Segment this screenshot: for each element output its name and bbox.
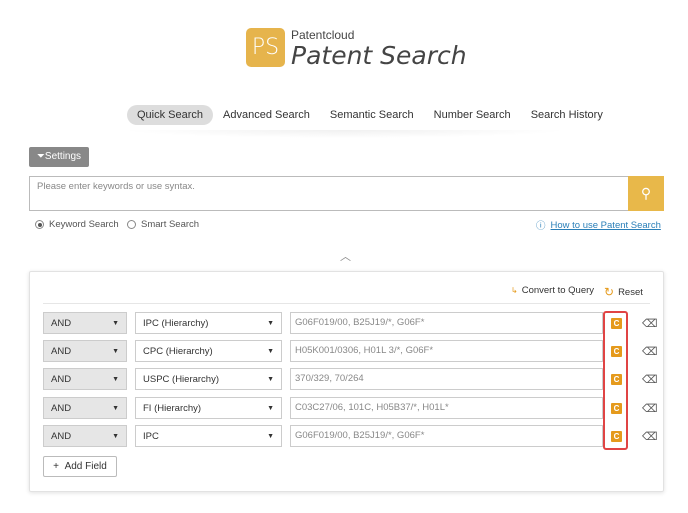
tab-semantic-search[interactable]: Semantic Search xyxy=(320,105,424,125)
radio-unchecked-icon xyxy=(127,220,136,229)
operator-select[interactable]: AND ▼ xyxy=(43,368,127,390)
collapse-chevron-up-icon[interactable]: ︿ xyxy=(340,248,352,263)
search-icon: ⚲ xyxy=(640,185,652,201)
field-row: AND ▼ IPC (Hierarchy) ▼ G06F019/00, B25J19… xyxy=(43,312,658,334)
settings-button[interactable]: ⏷Settings xyxy=(29,147,89,167)
operator-value: AND xyxy=(51,317,72,329)
search-tabs: Quick Search Advanced Search Semantic Se… xyxy=(127,105,613,125)
radio-label: Smart Search xyxy=(141,219,200,230)
field-select[interactable]: FI (Hierarchy) ▼ xyxy=(135,397,282,419)
field-value: IPC xyxy=(143,430,159,442)
caret-down-icon: ▼ xyxy=(267,347,274,355)
operator-select[interactable]: AND ▼ xyxy=(43,312,127,334)
field-value-input[interactable]: H05K001/0306, H01L 3/*, G06F* xyxy=(290,340,603,362)
tab-advanced-search[interactable]: Advanced Search xyxy=(213,105,320,125)
caret-down-icon: ▼ xyxy=(112,347,119,355)
page-title: Patent Search xyxy=(291,41,467,70)
field-value-input[interactable]: G06F019/00, B25J19/*, G06F* xyxy=(290,312,603,334)
eraser-icon[interactable]: ⌫ xyxy=(642,345,658,358)
reset-icon: ↻ xyxy=(604,285,615,299)
caret-down-icon: ▼ xyxy=(112,432,119,440)
caret-down-icon: ▼ xyxy=(112,375,119,383)
help-link[interactable]: How to use Patent Search xyxy=(551,220,661,231)
caret-down-icon: ▼ xyxy=(267,319,274,327)
operator-select[interactable]: AND ▼ xyxy=(43,397,127,419)
caret-down-icon: ▼ xyxy=(267,404,274,412)
reset-button[interactable]: ↻ Reset xyxy=(604,285,643,299)
field-value-input[interactable]: 370/329, 70/264 xyxy=(290,368,603,390)
caret-down-icon: ▼ xyxy=(267,432,274,440)
eraser-icon[interactable]: ⌫ xyxy=(642,373,658,386)
eraser-icon[interactable]: ⌫ xyxy=(642,430,658,443)
smart-search-radio[interactable]: Smart Search xyxy=(127,219,199,230)
field-row: AND ▼ IPC ▼ G06F019/00, B25J19/*, G06F* C … xyxy=(43,425,658,447)
tabs-shadow xyxy=(120,130,570,138)
tab-quick-search[interactable]: Quick Search xyxy=(127,105,214,125)
operator-value: AND xyxy=(51,373,72,385)
field-row: AND ▼ CPC (Hierarchy) ▼ H05K001/0306, H01L… xyxy=(43,340,658,362)
field-select[interactable]: IPC (Hierarchy) ▼ xyxy=(135,312,282,334)
operator-select[interactable]: AND ▼ xyxy=(43,340,127,362)
keyword-search-radio[interactable]: Keyword Search xyxy=(35,219,119,230)
divider xyxy=(43,303,650,304)
eraser-icon[interactable]: ⌫ xyxy=(642,402,658,415)
search-button[interactable]: ⚲ xyxy=(628,176,664,211)
caret-down-icon: ▼ xyxy=(267,375,274,383)
field-select[interactable]: IPC ▼ xyxy=(135,425,282,447)
settings-label: Settings xyxy=(44,151,82,162)
tab-search-history[interactable]: Search History xyxy=(521,105,613,125)
operator-value: AND xyxy=(51,430,72,442)
field-value: FI (Hierarchy) xyxy=(143,402,202,414)
radio-label: Keyword Search xyxy=(49,219,119,230)
eraser-icon[interactable]: ⌫ xyxy=(642,317,658,330)
info-icon: ⓘ xyxy=(536,221,546,232)
add-field-label: Add Field xyxy=(64,461,107,472)
operator-value: AND xyxy=(51,402,72,414)
tab-number-search[interactable]: Number Search xyxy=(424,105,521,125)
field-value-input[interactable]: C03C27/06, 101C, H05B37/*, H01L* xyxy=(290,397,603,419)
convert-icon: ↳ xyxy=(511,286,518,295)
operator-select[interactable]: AND ▼ xyxy=(43,425,127,447)
patentcloud-logo: PS xyxy=(246,28,285,67)
radio-checked-icon xyxy=(35,220,44,229)
brand-name: Patentcloud xyxy=(291,28,355,42)
field-select[interactable]: USPC (Hierarchy) ▼ xyxy=(135,368,282,390)
field-row: AND ▼ USPC (Hierarchy) ▼ 370/329, 70/264 C… xyxy=(43,368,658,390)
field-row: AND ▼ FI (Hierarchy) ▼ C03C27/06, 101C, H0… xyxy=(43,397,658,419)
filter-icon: ⏷ xyxy=(36,151,45,162)
reset-label: Reset xyxy=(618,286,643,298)
field-value-input[interactable]: G06F019/00, B25J19/*, G06F* xyxy=(290,425,603,447)
plus-icon: + xyxy=(53,461,60,472)
field-value: USPC (Hierarchy) xyxy=(143,373,220,385)
help-link-wrap: ⓘ How to use Patent Search xyxy=(536,218,661,233)
caret-down-icon: ▼ xyxy=(112,404,119,412)
highlight-box xyxy=(603,311,628,450)
convert-to-query-button[interactable]: ↳ Convert to Query xyxy=(511,285,594,296)
field-value: IPC (Hierarchy) xyxy=(143,317,209,329)
field-value: CPC (Hierarchy) xyxy=(143,345,213,357)
add-field-button[interactable]: + Add Field xyxy=(43,456,117,477)
operator-value: AND xyxy=(51,345,72,357)
caret-down-icon: ▼ xyxy=(112,319,119,327)
field-select[interactable]: CPC (Hierarchy) ▼ xyxy=(135,340,282,362)
search-input[interactable]: Please enter keywords or use syntax. xyxy=(29,176,629,211)
convert-label: Convert to Query xyxy=(521,285,595,296)
